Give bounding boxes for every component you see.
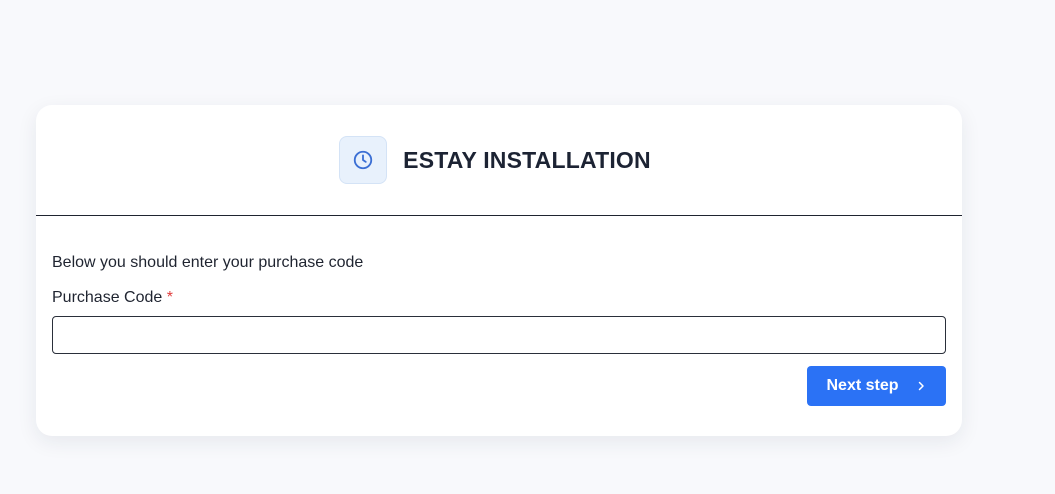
installation-card: ESTAY INSTALLATION Below you should ente…: [36, 105, 962, 436]
chevron-right-icon: [915, 380, 927, 392]
card-body: Below you should enter your purchase cod…: [36, 253, 962, 406]
required-marker: *: [166, 289, 173, 306]
intro-text: Below you should enter your purchase cod…: [52, 254, 364, 271]
purchase-code-input[interactable]: [52, 316, 946, 354]
page-title: ESTAY INSTALLATION: [403, 146, 651, 173]
next-step-button[interactable]: Next step: [807, 366, 946, 406]
purchase-code-label: Purchase Code *: [52, 288, 946, 308]
form-actions: Next step: [52, 366, 946, 406]
next-step-label: Next step: [826, 377, 899, 394]
clock-icon: [339, 136, 388, 184]
card-header: ESTAY INSTALLATION: [36, 105, 962, 216]
purchase-code-label-text: Purchase Code: [52, 289, 163, 306]
